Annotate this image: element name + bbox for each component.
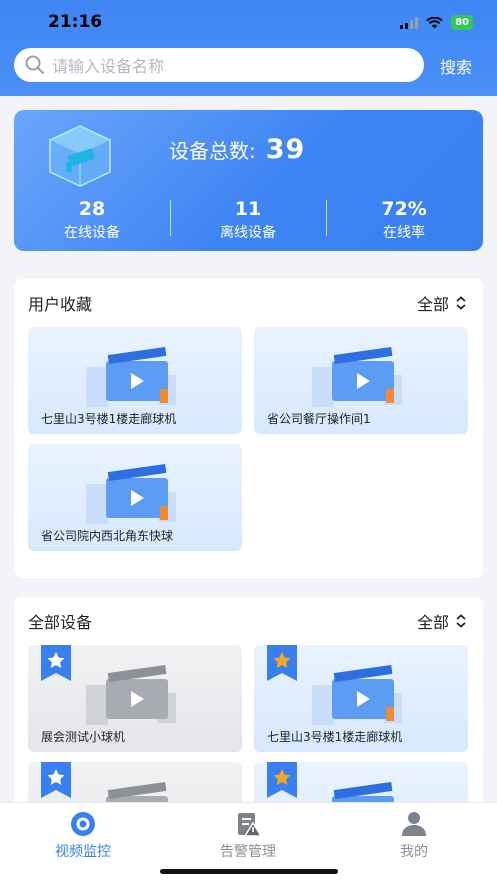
video-thumbnail-icon — [312, 347, 402, 407]
favorite-star-icon[interactable] — [41, 762, 71, 798]
favorites-filter[interactable]: 全部 — [417, 291, 467, 315]
favorite-tile-label: 省公司餐厅操作间1 — [267, 412, 371, 426]
tab-alarm-management[interactable]: 告警管理 — [188, 811, 308, 861]
stat-divider — [170, 200, 171, 236]
device-total: 设备总数: 39 — [169, 134, 305, 165]
favorites-title: 用户收藏 — [28, 295, 93, 314]
status-icons: 80 — [400, 15, 473, 30]
signal-icon — [400, 16, 419, 29]
favorites-filter-label: 全部 — [416, 295, 449, 314]
video-thumbnail-icon — [86, 464, 176, 524]
app-header: 21:16 80 请输入设备名称 搜索 — [0, 0, 497, 96]
stat-online-rate: 72% 在线率 — [344, 198, 464, 242]
tab-alarm-management-label: 告警管理 — [220, 844, 276, 860]
stat-offline-value: 11 — [234, 198, 262, 220]
user-icon — [402, 812, 426, 836]
stat-divider — [326, 200, 327, 236]
tab-video-monitor-label: 视频监控 — [55, 844, 111, 860]
battery-indicator: 80 — [451, 15, 473, 30]
stat-online: 28 在线设备 — [32, 198, 152, 242]
video-thumbnail-icon — [312, 665, 402, 725]
favorite-star-icon[interactable] — [41, 645, 71, 681]
status-bar: 21:16 80 — [0, 0, 497, 44]
sort-chevron-icon — [456, 296, 466, 310]
tab-profile-label: 我的 — [400, 844, 428, 860]
alarm-icon — [238, 813, 262, 837]
stat-offline-label: 离线设备 — [220, 225, 276, 241]
tab-profile[interactable]: 我的 — [354, 811, 474, 861]
favorite-tile[interactable]: 省公司院内西北角东快球 — [28, 444, 242, 551]
device-tile[interactable]: 展会测试小球机 — [28, 645, 242, 752]
favorite-tile-label: 省公司院内西北角东快球 — [41, 529, 174, 543]
search-icon — [25, 55, 44, 74]
stat-offline: 11 离线设备 — [188, 198, 308, 242]
device-summary-card: 设备总数: 39 28 在线设备 11 离线设备 72% 在线率 — [14, 110, 483, 251]
favorites-card: 用户收藏 全部 七里山3号楼1楼走廊球机 省公司餐厅操作间1 省公司院内西北角东… — [14, 279, 483, 578]
all-devices-card: 全部设备 全部 展会测试小球机 七里山3号楼1楼走廊球机 — [14, 597, 483, 827]
status-time: 21:16 — [48, 12, 103, 32]
device-tile-label: 展会测试小球机 — [41, 730, 126, 744]
all-devices-filter-label: 全部 — [416, 613, 449, 632]
tab-video-monitor[interactable]: 视频监控 — [23, 811, 143, 861]
search-placeholder: 请输入设备名称 — [52, 57, 165, 76]
video-thumbnail-icon — [86, 347, 176, 407]
all-devices-title: 全部设备 — [28, 613, 93, 632]
device-total-label: 设备总数: — [169, 139, 256, 163]
favorite-star-icon[interactable] — [267, 645, 297, 681]
device-total-value: 39 — [265, 134, 306, 165]
camera-cube-icon — [49, 125, 111, 187]
search-input[interactable]: 请输入设备名称 — [14, 48, 424, 82]
video-monitor-icon — [71, 812, 95, 836]
stat-online-value: 28 — [78, 198, 106, 220]
favorite-tile[interactable]: 省公司餐厅操作间1 — [254, 327, 468, 434]
video-thumbnail-icon — [86, 665, 176, 725]
stat-online-rate-value: 72% — [381, 198, 427, 220]
wifi-icon — [426, 16, 443, 28]
sort-chevron-icon — [456, 614, 466, 628]
device-tile[interactable]: 七里山3号楼1楼走廊球机 — [254, 645, 468, 752]
home-indicator[interactable] — [160, 869, 338, 874]
stat-online-label: 在线设备 — [64, 225, 120, 241]
stat-online-rate-label: 在线率 — [383, 225, 425, 241]
all-devices-filter[interactable]: 全部 — [417, 609, 467, 633]
search-button[interactable]: 搜索 — [440, 54, 472, 78]
device-tile-label: 七里山3号楼1楼走廊球机 — [267, 730, 403, 744]
favorite-star-icon[interactable] — [267, 762, 297, 798]
favorite-tile[interactable]: 七里山3号楼1楼走廊球机 — [28, 327, 242, 434]
favorite-tile-label: 七里山3号楼1楼走廊球机 — [41, 412, 177, 426]
